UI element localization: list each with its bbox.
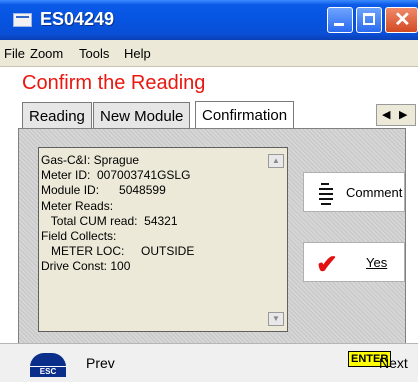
- bottom-nav-bar: ESC Prev ENTER Next: [0, 343, 418, 382]
- tab-scroll-right-icon[interactable]: ▶: [399, 108, 407, 121]
- detail-line: Meter Reads:: [41, 198, 114, 213]
- tab-confirmation[interactable]: Confirmation: [195, 101, 295, 128]
- scroll-up-icon[interactable]: ▲: [268, 154, 284, 168]
- comment-lines-icon: [317, 181, 335, 205]
- detail-line: Total CUM read: 54321: [41, 213, 178, 228]
- tab-reading[interactable]: Reading: [22, 102, 92, 128]
- detail-line: METER LOC: OUTSIDE: [41, 244, 195, 259]
- minimize-button[interactable]: [327, 7, 353, 33]
- menu-bar: File Zoom Tools Help: [0, 40, 418, 66]
- tab-scroll-left-icon[interactable]: ◀: [382, 108, 390, 121]
- yes-button[interactable]: ✔ Yes: [303, 242, 405, 282]
- comment-button[interactable]: Comment: [303, 172, 405, 212]
- detail-line: Drive Const: 100: [41, 259, 131, 274]
- menu-file[interactable]: File: [4, 46, 25, 61]
- title-bar[interactable]: ES04249 ✕: [0, 0, 418, 40]
- main-content: Confirm the Reading Reading New Module C…: [0, 66, 418, 352]
- close-button[interactable]: ✕: [385, 7, 418, 33]
- close-icon: ✕: [394, 9, 411, 31]
- reading-details-box[interactable]: Gas-C&I: Sprague Meter ID: 007003741GSLG M…: [38, 147, 288, 332]
- detail-line: Module ID: 5048599: [41, 183, 166, 198]
- detail-line: Meter ID: 007003741GSLG: [41, 168, 191, 183]
- maximize-icon: [363, 13, 375, 25]
- tab-scroll-buttons: ◀ ▶: [376, 104, 416, 126]
- minimize-icon: [334, 23, 344, 26]
- prev-button[interactable]: Prev: [86, 355, 115, 371]
- scroll-down-icon[interactable]: ▼: [268, 312, 284, 326]
- comment-label: Comment: [346, 185, 403, 200]
- menu-tools[interactable]: Tools: [79, 46, 109, 61]
- confirmation-panel: Gas-C&I: Sprague Meter ID: 007003741GSLG M…: [18, 128, 406, 352]
- yes-label: Yes: [366, 255, 388, 270]
- detail-line: Field Collects:: [41, 229, 117, 244]
- tab-new-module[interactable]: New Module: [93, 102, 191, 128]
- maximize-button[interactable]: [356, 7, 382, 33]
- esc-key-icon[interactable]: ESC: [30, 353, 66, 377]
- app-window-icon: [13, 13, 32, 27]
- next-button[interactable]: Next: [379, 355, 408, 371]
- page-heading: Confirm the Reading: [22, 72, 206, 94]
- reading-details-text: Gas-C&I: Sprague Meter ID: 007003741GSLG M…: [41, 153, 194, 275]
- checkmark-icon: ✔: [316, 249, 338, 279]
- menu-zoom[interactable]: Zoom: [30, 46, 63, 61]
- details-scrollbar[interactable]: ▲ ▼: [268, 154, 284, 326]
- window-title: ES04249: [40, 9, 115, 29]
- menu-help[interactable]: Help: [124, 46, 151, 61]
- detail-line: Gas-C&I: Sprague: [41, 153, 140, 167]
